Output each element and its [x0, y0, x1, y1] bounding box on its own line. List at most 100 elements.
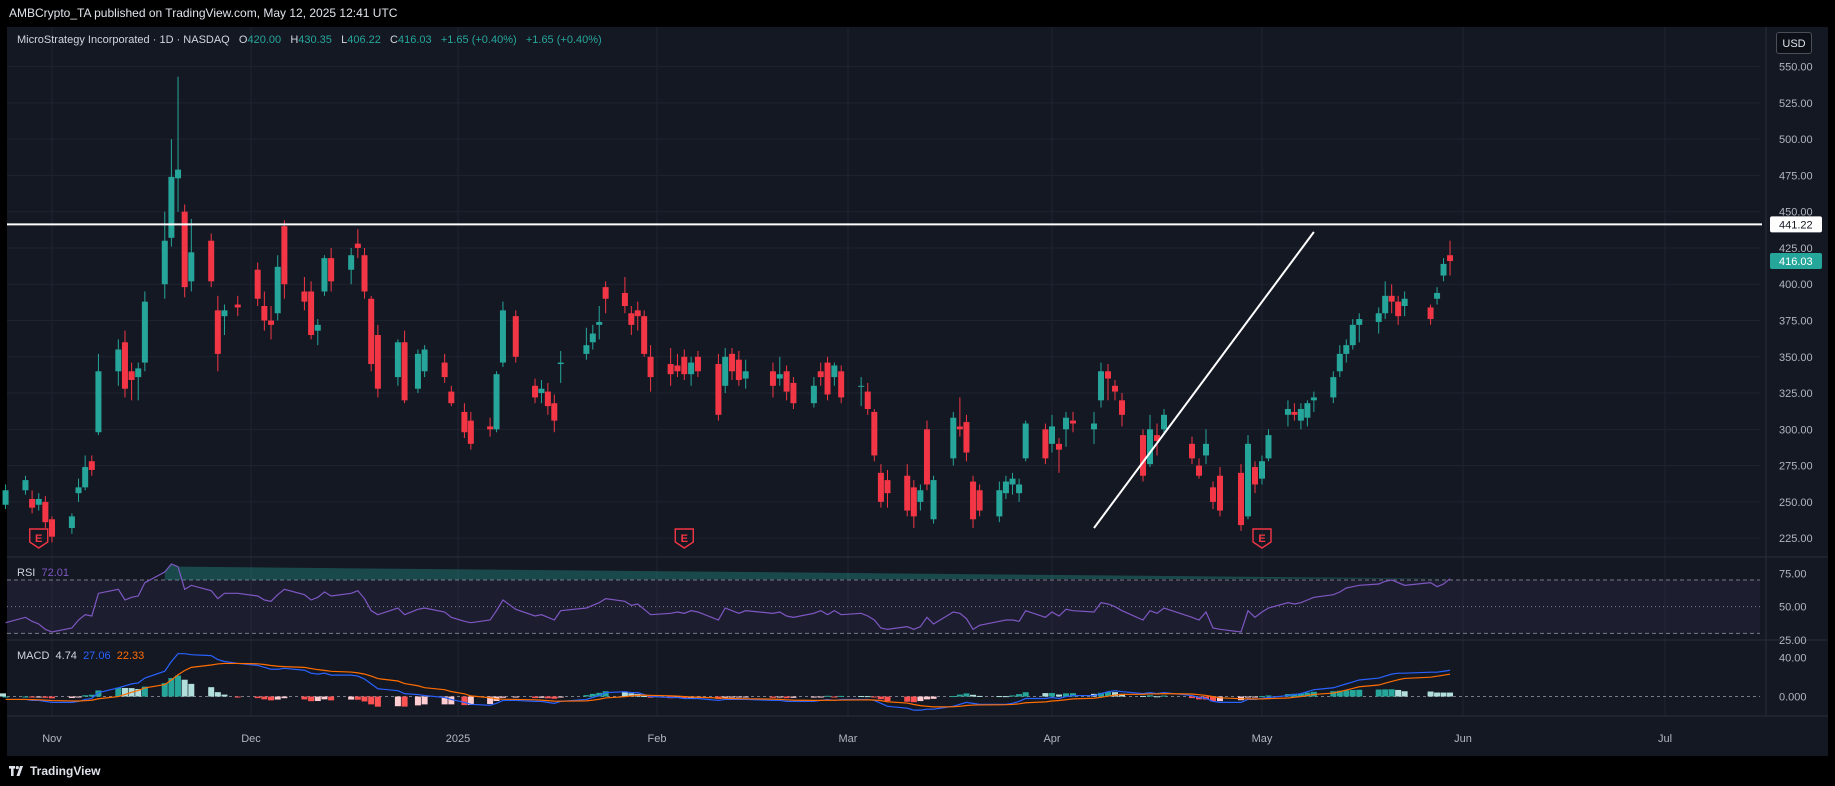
macd-hist-bar — [1016, 694, 1023, 697]
candle — [694, 350, 701, 378]
candle — [996, 481, 1003, 523]
macd-hist-bar — [790, 696, 797, 698]
candle — [729, 348, 736, 380]
currency-button[interactable]: USD — [1776, 32, 1812, 54]
time-tick-label: May — [1252, 733, 1273, 745]
macd-hist-bar — [368, 696, 375, 705]
candle-body — [1265, 435, 1272, 459]
trendline — [1093, 231, 1315, 529]
candle-body — [647, 356, 654, 378]
candle-body — [602, 287, 609, 299]
low-value: 406.22 — [347, 34, 381, 46]
candle — [512, 310, 519, 363]
earnings-label: E — [681, 533, 688, 545]
time-tick-label: Apr — [1043, 733, 1060, 745]
candle-body — [374, 335, 381, 389]
tradingview-logo-icon — [9, 766, 23, 776]
candle-body — [1310, 397, 1317, 401]
candle — [441, 353, 448, 383]
candle-body — [361, 255, 368, 292]
candle-body — [121, 342, 128, 389]
symbol-name[interactable]: MicroStrategy Incorporated · 1D · NASDAQ — [17, 34, 230, 46]
candle — [917, 484, 924, 511]
candle-body — [628, 313, 635, 325]
time-tick-label: Feb — [648, 733, 667, 745]
candle-body — [930, 480, 937, 520]
chart-canvas[interactable]: 550.00525.00500.00475.00450.00425.00400.… — [0, 0, 1835, 786]
macd-hist-bar — [35, 696, 42, 698]
candle — [22, 475, 29, 495]
candle — [1356, 313, 1363, 343]
candle-body — [769, 371, 776, 386]
candle — [1091, 411, 1097, 444]
candle — [1265, 429, 1272, 462]
price-axis: 550.00525.00500.00475.00450.00425.00400.… — [1779, 62, 1813, 546]
candle-body — [141, 301, 148, 363]
candle-body — [681, 356, 688, 375]
candle — [950, 411, 957, 466]
candle-body — [499, 310, 506, 363]
candle — [970, 475, 977, 528]
candle — [674, 353, 681, 378]
candle — [621, 276, 628, 314]
candle — [1304, 400, 1311, 427]
macd-hist-bar — [884, 696, 891, 702]
candle-body — [29, 498, 36, 508]
candle — [910, 480, 917, 528]
candle — [930, 475, 937, 524]
candle-body — [461, 411, 468, 433]
candle-body — [115, 349, 122, 372]
candle-body — [214, 310, 221, 354]
candle — [824, 356, 831, 401]
candle-body — [544, 391, 551, 407]
candle — [261, 291, 268, 331]
candle-body — [722, 356, 729, 386]
price-tick-label: 400.00 — [1779, 279, 1813, 291]
macd-tick-label: 40.00 — [1779, 653, 1807, 665]
candle-body — [441, 362, 448, 378]
macd-hist-bar — [1022, 692, 1029, 697]
candle — [314, 319, 321, 346]
rsi-overbought-fill — [164, 564, 1451, 580]
time-tick-label: Nov — [42, 733, 62, 745]
candle-body — [1388, 295, 1395, 302]
candle — [221, 304, 228, 336]
candle-body — [976, 490, 983, 511]
candle-body — [1009, 478, 1016, 485]
candle-body — [308, 291, 315, 336]
candle-body — [1189, 443, 1195, 459]
candle-body — [1304, 403, 1311, 418]
macd-hist-bar — [1375, 689, 1382, 697]
candle-body — [274, 266, 281, 314]
candle — [976, 484, 983, 517]
macd-hist-bar — [254, 696, 261, 699]
candle — [1002, 475, 1009, 499]
tradingview-logo[interactable]: TradingView — [9, 764, 100, 778]
close-value: 416.03 — [398, 34, 432, 46]
signal-line — [5, 662, 1451, 708]
macd-hist-bar — [1388, 689, 1395, 697]
macd-hist-bar — [348, 696, 355, 700]
candle — [1203, 429, 1209, 465]
candle — [1284, 400, 1291, 427]
candle — [1336, 345, 1343, 378]
candle — [1119, 393, 1125, 427]
price-tick-label: 350.00 — [1779, 352, 1813, 364]
macd-hist-bar — [729, 696, 736, 698]
candle-body — [729, 353, 736, 372]
candle-body — [1147, 429, 1153, 465]
candle — [551, 394, 558, 433]
macd-hist-bar — [214, 692, 221, 697]
hist-value: 22.33 — [116, 650, 145, 662]
candle-body — [208, 240, 215, 282]
candle-body — [634, 310, 641, 317]
macd-hist-bar — [95, 690, 102, 697]
macd-hist-bar — [394, 696, 401, 707]
price-tick-label: 250.00 — [1779, 497, 1813, 509]
candle-body — [1002, 481, 1009, 494]
candle-body — [858, 385, 865, 387]
macd-hist-bar — [0, 693, 6, 697]
candle-body — [95, 371, 102, 433]
candle — [1349, 319, 1356, 350]
macd-hist-bar — [68, 696, 75, 698]
